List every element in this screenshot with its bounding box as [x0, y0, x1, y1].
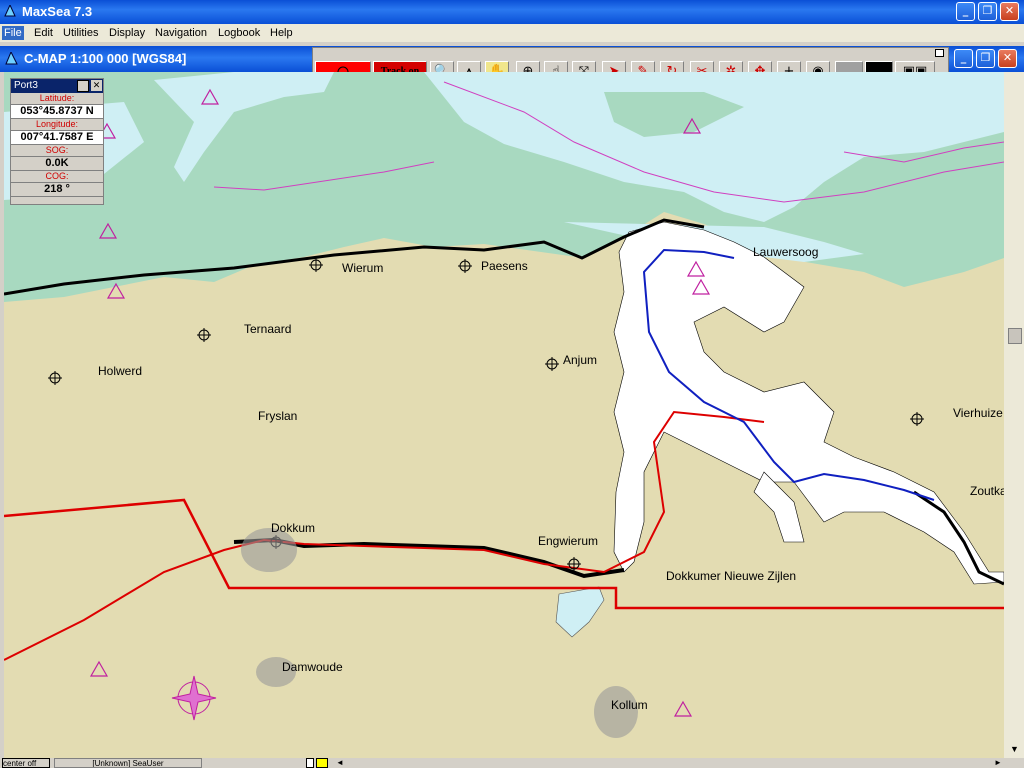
chart-map[interactable]: Wierum Paesens Lauwersoog Ternaard Holwe… [4, 72, 1004, 758]
port-panel-close-icon[interactable]: ✕ [91, 80, 102, 91]
menu-bar: File Edit Utilities Display Navigation L… [0, 24, 1024, 42]
label-anjum: Anjum [563, 353, 598, 367]
port-panel-maximize-icon[interactable] [77, 80, 89, 92]
label-fryslan: Fryslan [258, 409, 298, 423]
label-vierhuize: Vierhuize [953, 406, 1003, 420]
restore-button[interactable]: ❐ [978, 2, 997, 21]
status-bar: center off [Unknown] SeaUser ◄ ► [0, 758, 1024, 768]
cog-value: 218 ° [11, 182, 103, 197]
chart-window-icon [5, 52, 18, 65]
menu-file[interactable]: File [2, 26, 24, 40]
cog-label: COG: [45, 171, 69, 181]
vertical-scrollbar[interactable]: ▼ [1004, 72, 1024, 758]
app-title-bar: MaxSea 7.3 _ ❐ ✕ [0, 0, 1024, 24]
close-button[interactable]: ✕ [1000, 2, 1019, 21]
menu-display[interactable]: Display [107, 26, 147, 40]
port-panel-title: Port3 [14, 80, 38, 91]
user-status: [Unknown] SeaUser [54, 758, 202, 768]
minimize-button[interactable]: _ [956, 2, 975, 21]
longitude-value: 007°41.7587 E [11, 130, 103, 145]
label-damwoude: Damwoude [282, 660, 343, 674]
label-engwierum: Engwierum [538, 534, 599, 548]
label-paesens: Paesens [481, 259, 528, 273]
latitude-label: Latitude: [39, 93, 75, 103]
label-kollum: Kollum [611, 698, 648, 712]
latitude-value: 053°45.8737 N [11, 104, 103, 119]
scroll-left-icon[interactable]: ◄ [336, 758, 344, 767]
sog-label: SOG: [45, 145, 69, 155]
chart-minimize-button[interactable]: _ [954, 49, 973, 68]
chart-restore-button[interactable]: ❐ [976, 49, 995, 68]
label-wierum: Wierum [342, 261, 384, 275]
label-dokkum: Dokkum [271, 521, 316, 535]
chart-canvas[interactable] [4, 72, 1004, 758]
label-ternaard: Ternaard [244, 322, 292, 336]
chart-close-button[interactable]: ✕ [998, 49, 1017, 68]
menu-help[interactable]: Help [268, 26, 295, 40]
label-dokkumer-nieuwe-zijlen: Dokkumer Nieuwe Zijlen [666, 569, 797, 583]
label-holwerd: Holwerd [98, 364, 143, 378]
menu-navigation[interactable]: Navigation [153, 26, 209, 40]
scroll-right-icon[interactable]: ► [994, 758, 1002, 767]
chart-window-title: C-MAP 1:100 000 [WGS84] [24, 51, 187, 66]
status-edit-icon[interactable] [316, 758, 328, 768]
port-info-panel: Port3 ✕ Latitude: 053°45.8737 N Longitud… [10, 78, 104, 205]
scrollbar-thumb[interactable] [1008, 328, 1022, 344]
center-status[interactable]: center off [2, 758, 50, 768]
toolbar-grip[interactable] [313, 48, 948, 58]
menu-utilities[interactable]: Utilities [61, 26, 100, 40]
longitude-label: Longitude: [35, 119, 79, 129]
label-lauwersoog: Lauwersoog [753, 245, 819, 259]
status-page-icon[interactable] [306, 758, 314, 768]
toolbar-close-icon[interactable] [935, 49, 944, 57]
sog-value: 0.0K [11, 156, 103, 171]
app-title: MaxSea 7.3 [22, 4, 93, 19]
scroll-down-icon[interactable]: ▼ [1010, 744, 1019, 754]
maxsea-app-icon [4, 5, 16, 17]
port-panel-header[interactable]: Port3 ✕ [11, 79, 103, 93]
label-zoutka: Zoutka [970, 484, 1004, 498]
menu-edit[interactable]: Edit [32, 26, 55, 40]
menu-logbook[interactable]: Logbook [216, 26, 262, 40]
